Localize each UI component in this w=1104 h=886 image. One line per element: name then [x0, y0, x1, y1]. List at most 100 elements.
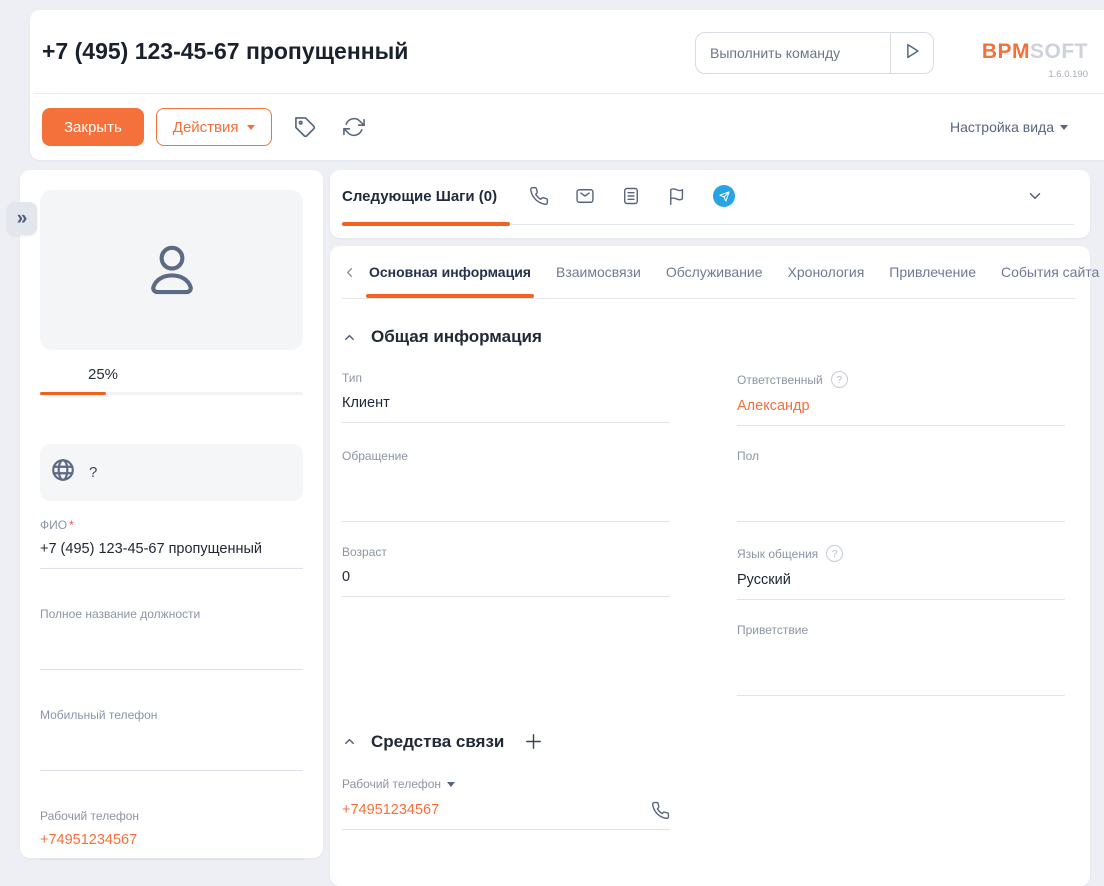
work-phone-field: Рабочий телефон +74951234567	[342, 777, 670, 830]
owner-field: Ответственный ? Александр	[737, 371, 1065, 426]
phone-icon	[529, 186, 549, 206]
collapse-next-steps-button[interactable]	[1026, 187, 1044, 205]
globe-icon	[50, 457, 76, 488]
tabs-scroll-right-button[interactable]	[1099, 265, 1104, 280]
chevron-right-icon	[1099, 265, 1104, 280]
next-steps-actions	[529, 185, 735, 207]
note-icon	[621, 186, 641, 206]
social-placeholder: ?	[89, 464, 97, 481]
person-icon	[141, 237, 203, 304]
telegram-button[interactable]	[713, 185, 735, 207]
job-title-value[interactable]	[40, 630, 303, 670]
owner-value[interactable]: Александр	[737, 398, 1065, 426]
job-title-field: Полное название должности	[40, 607, 303, 670]
next-steps-title: Следующие Шаги (0)	[342, 188, 497, 205]
caret-down-icon	[247, 125, 255, 130]
chevron-left-icon	[342, 265, 357, 280]
next-steps-panel: Следующие Шаги (0)	[330, 170, 1090, 238]
section-title: Средства связи	[371, 732, 504, 752]
help-icon[interactable]: ?	[831, 371, 848, 388]
social-links-button[interactable]: ?	[40, 444, 303, 501]
communications-section: Средства связи Рабочий телефон +74951234…	[342, 730, 1065, 830]
header-divider	[33, 93, 1104, 94]
work-phone-value[interactable]: +74951234567	[342, 801, 670, 830]
milestone-button[interactable]	[667, 186, 687, 206]
bpmsoft-logo: BPMSOFT	[982, 40, 1088, 64]
tag-button[interactable]	[294, 116, 317, 139]
refresh-button[interactable]	[343, 116, 365, 138]
caret-down-icon	[1060, 125, 1068, 130]
view-settings-button[interactable]: Настройка вида	[950, 119, 1068, 135]
profile-completeness-bar	[40, 392, 303, 395]
close-button[interactable]: Закрыть	[42, 108, 144, 146]
version-label: 1.6.0.190	[982, 69, 1088, 80]
type-value[interactable]: Клиент	[342, 395, 670, 423]
greeting-label: Приветствие	[737, 623, 1065, 637]
greeting-value[interactable]	[737, 647, 1065, 696]
avatar[interactable]	[40, 190, 303, 350]
work-phone-field: Рабочий телефон +74951234567	[40, 809, 303, 860]
work-phone-label: Рабочий телефон	[40, 809, 303, 823]
email-button[interactable]	[575, 186, 595, 206]
gender-field: Пол	[737, 449, 1065, 522]
type-field: Тип Клиент	[342, 371, 670, 426]
tab-history[interactable]: Хронология	[788, 246, 865, 298]
task-button[interactable]	[621, 186, 641, 206]
required-mark: *	[69, 518, 74, 532]
tab-relationships[interactable]: Взаимосвязи	[556, 246, 641, 298]
chevron-up-icon	[342, 734, 357, 749]
mobile-phone-value[interactable]	[40, 731, 303, 771]
actions-button[interactable]: Действия	[156, 108, 272, 146]
phone-icon	[651, 801, 670, 820]
collapse-section-button[interactable]	[342, 330, 357, 345]
add-communication-button[interactable]	[522, 730, 545, 753]
salutation-label: Обращение	[342, 449, 670, 463]
tab-service[interactable]: Обслуживание	[666, 246, 763, 298]
telegram-icon	[713, 185, 735, 207]
command-line	[695, 32, 934, 74]
chevron-down-icon	[1026, 187, 1044, 205]
fio-field: ФИО* +7 (495) 123-45-67 пропущенный	[40, 518, 303, 569]
help-icon[interactable]: ?	[826, 545, 843, 562]
tabs-scroll-left-button[interactable]	[342, 265, 357, 280]
age-label: Возраст	[342, 545, 670, 559]
header-card: +7 (495) 123-45-67 пропущенный BPMSOFT 1…	[30, 10, 1104, 160]
profile-completeness-label: 25%	[88, 366, 303, 383]
caret-down-icon[interactable]	[447, 782, 455, 787]
owner-label: Ответственный ?	[737, 371, 1065, 388]
work-phone-label: Рабочий телефон	[342, 777, 670, 791]
run-command-button[interactable]	[890, 33, 933, 73]
double-chevron-right-icon: »	[17, 208, 28, 230]
command-input[interactable]	[696, 33, 890, 73]
gender-value[interactable]	[737, 473, 1065, 522]
toolbar: Закрыть Действия Настройка вида	[42, 108, 1100, 146]
gender-label: Пол	[737, 449, 1065, 463]
next-steps-accent-bar	[342, 222, 510, 226]
brand-block: BPMSOFT 1.6.0.190	[982, 40, 1088, 80]
page-title: +7 (495) 123-45-67 пропущенный	[42, 10, 408, 93]
call-button[interactable]	[529, 186, 549, 206]
salutation-value[interactable]	[342, 473, 670, 522]
age-value[interactable]: 0	[342, 569, 670, 597]
collapse-section-button[interactable]	[342, 734, 357, 749]
tab-main-info[interactable]: Основная информация	[369, 246, 531, 298]
work-phone-value[interactable]: +74951234567	[40, 832, 303, 860]
contact-profile-panel: 25% ? ФИО* +7 (495) 123-45-67 пропущенны…	[20, 170, 323, 858]
tab-site-events[interactable]: События сайта	[1001, 246, 1099, 298]
language-label: Язык общения ?	[737, 545, 1065, 562]
salutation-field: Обращение	[342, 449, 670, 522]
mobile-phone-field: Мобильный телефон	[40, 708, 303, 771]
call-button[interactable]	[651, 801, 670, 820]
language-value[interactable]: Русский	[737, 572, 1065, 600]
greeting-field: Приветствие	[737, 623, 1065, 696]
tab-acquisition[interactable]: Привлечение	[889, 246, 976, 298]
section-title: Общая информация	[371, 327, 542, 347]
mobile-phone-label: Мобильный телефон	[40, 708, 303, 722]
fio-label: ФИО*	[40, 518, 303, 532]
type-label: Тип	[342, 371, 670, 385]
expand-left-panel-button[interactable]: »	[7, 202, 37, 235]
play-icon	[901, 40, 923, 67]
mail-icon	[575, 186, 595, 206]
fio-value[interactable]: +7 (495) 123-45-67 пропущенный	[40, 541, 303, 569]
next-steps-underline	[512, 224, 1074, 225]
